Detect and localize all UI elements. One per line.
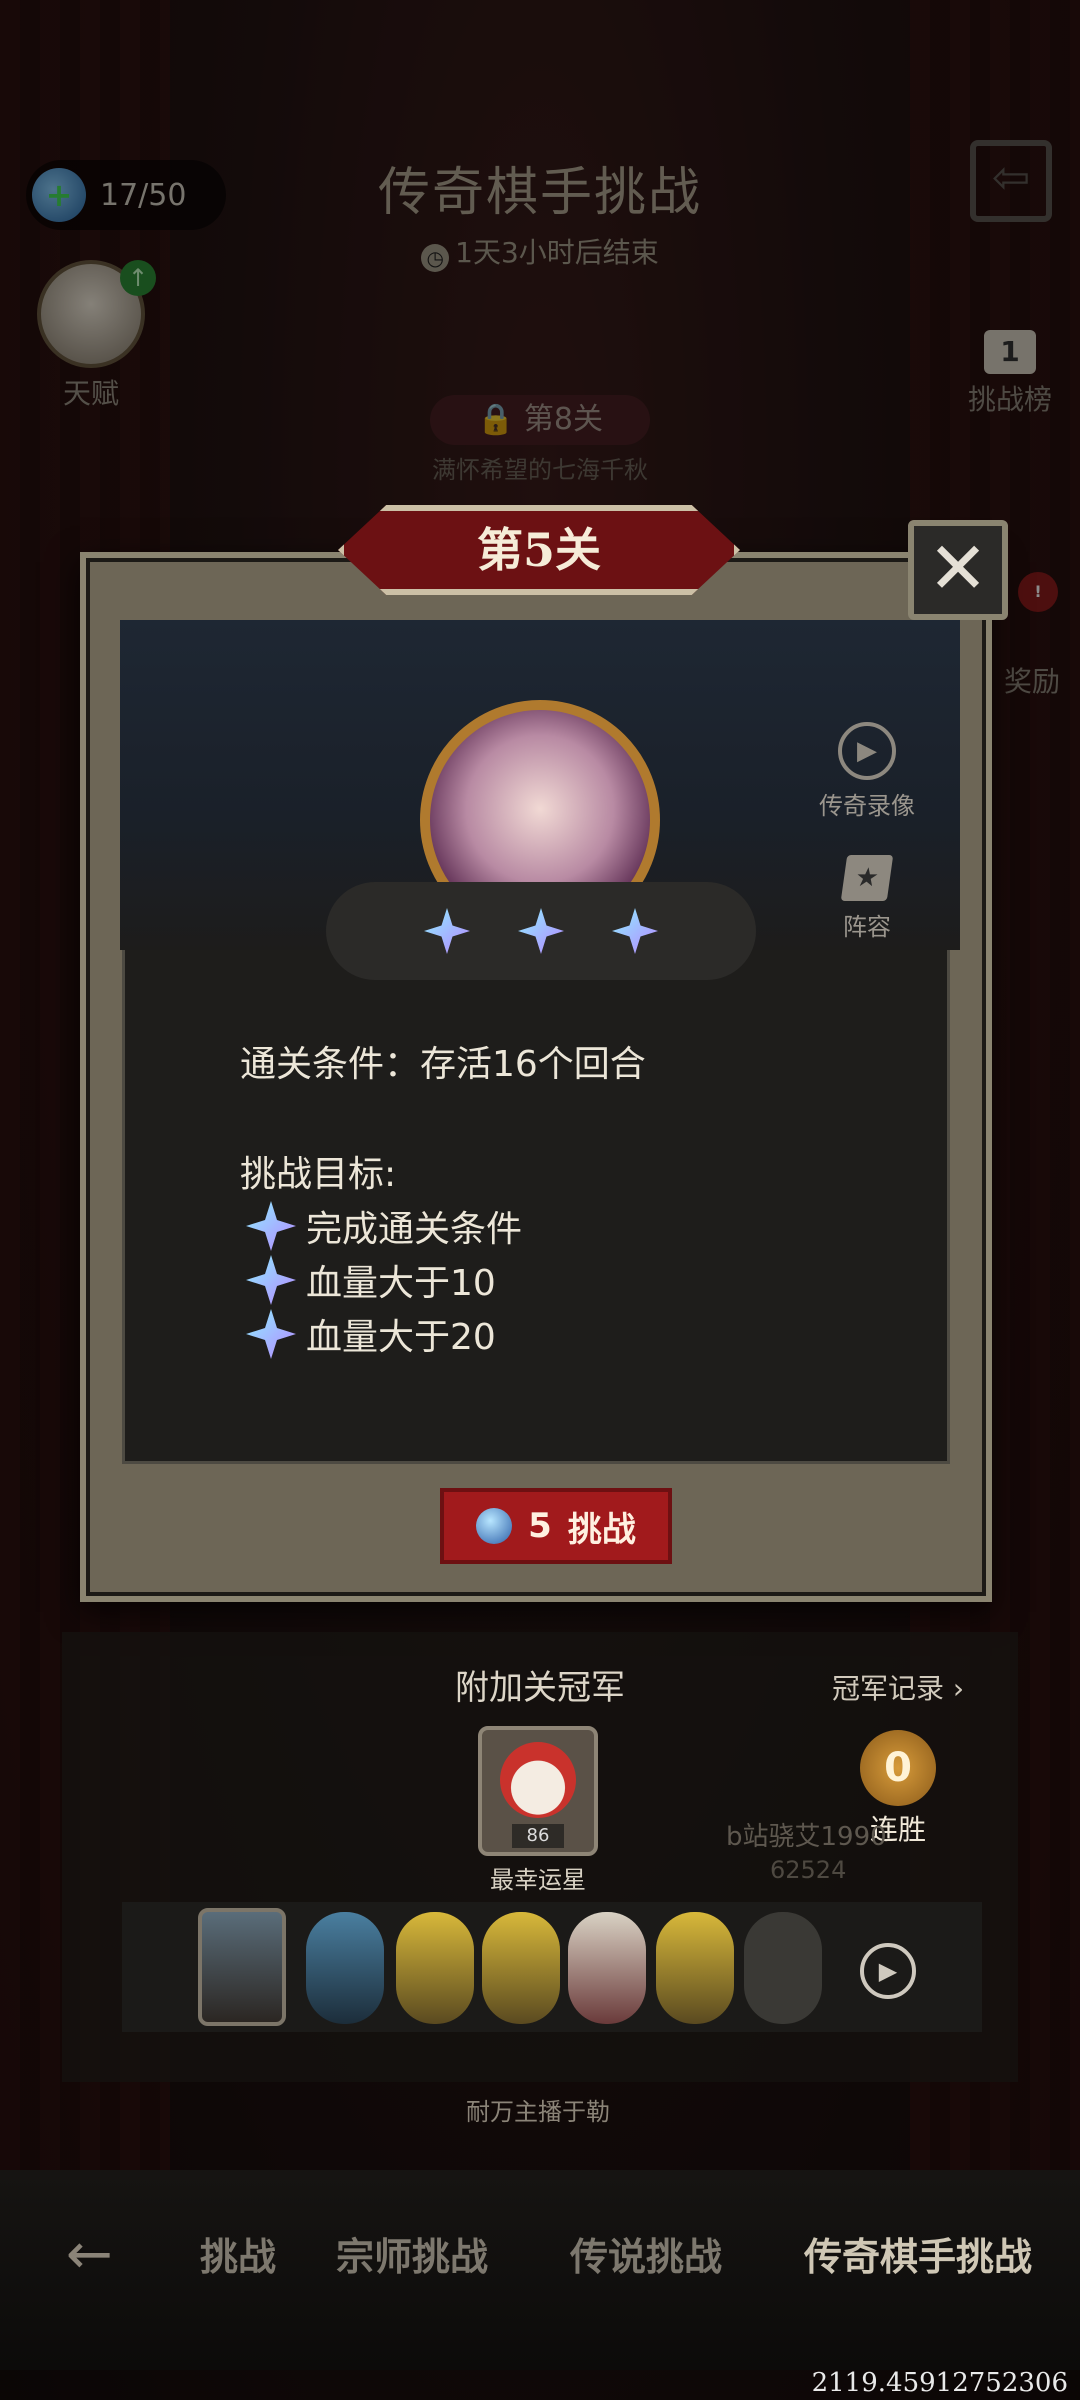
- stage-title: 第5关: [338, 505, 740, 595]
- champion-level: 86: [512, 1824, 564, 1848]
- star-gem-icon: [246, 1309, 296, 1359]
- star-gem-icon: [612, 908, 658, 954]
- goal-text: 完成通关条件: [306, 1209, 523, 1250]
- challenge-label: 挑战: [567, 1509, 636, 1550]
- card-icon: ★: [840, 855, 894, 901]
- goal-item: 血量大于10: [246, 1254, 496, 1306]
- champion-record-link[interactable]: 冠军记录 ›: [832, 1667, 964, 1707]
- goal-text: 血量大于20: [306, 1317, 496, 1358]
- challenge-button[interactable]: 5 挑战: [440, 1488, 672, 1564]
- champion-name: 最幸运星: [490, 1866, 586, 1894]
- play-replay-icon[interactable]: ▶: [860, 1943, 916, 1999]
- unit-portrait[interactable]: [568, 1912, 646, 2024]
- lineup-button[interactable]: ★ 阵容: [812, 855, 922, 942]
- streak-badge: 0: [860, 1730, 936, 1806]
- unit-portrait[interactable]: [482, 1912, 560, 2024]
- back-arrow-icon[interactable]: ←: [66, 2222, 113, 2287]
- tab-challenge[interactable]: 挑战: [200, 2226, 276, 2281]
- champion-title: 附加关冠军: [455, 1668, 625, 1708]
- legend-replay-button[interactable]: ▶ 传奇录像: [812, 722, 922, 821]
- replay-label: 传奇录像: [819, 792, 915, 820]
- goal-item: 血量大于20: [246, 1308, 496, 1360]
- star-gem-icon: [424, 908, 470, 954]
- star-gem-icon: [518, 908, 564, 954]
- play-circle-icon: ▶: [838, 722, 896, 780]
- energy-potion-icon: [476, 1508, 513, 1544]
- challenge-cost: 5: [528, 1506, 552, 1546]
- stage-stars: [326, 882, 756, 980]
- tab-master-challenge[interactable]: 宗师挑战: [336, 2226, 488, 2281]
- clear-condition: 通关条件：存活16个回合: [240, 1044, 646, 1085]
- unit-portrait[interactable]: [198, 1908, 286, 2026]
- unit-portrait[interactable]: [396, 1912, 474, 2024]
- lineup-label: 阵容: [843, 913, 891, 941]
- debug-coordinate: 2119.45912752306: [811, 2368, 1068, 2398]
- background-player-name: b站骁艾1990: [726, 1822, 887, 1852]
- background-anchor-name: 耐万主播于勒: [466, 2098, 610, 2126]
- close-button[interactable]: ✕: [908, 520, 1008, 620]
- goals-title: 挑战目标:: [240, 1154, 397, 1195]
- empty-unit-slot: [744, 1912, 822, 2024]
- unit-portrait[interactable]: [306, 1912, 384, 2024]
- champion-avatar[interactable]: 86: [478, 1726, 598, 1856]
- tab-legendary-player-challenge[interactable]: 传奇棋手挑战: [804, 2226, 1032, 2281]
- goal-item: 完成通关条件: [246, 1200, 522, 1252]
- tab-legend-challenge[interactable]: 传说挑战: [570, 2226, 722, 2281]
- champion-face: [500, 1742, 576, 1818]
- star-gem-icon: [246, 1201, 296, 1251]
- goal-text: 血量大于10: [306, 1263, 496, 1304]
- unit-portrait[interactable]: [656, 1912, 734, 2024]
- star-gem-icon: [246, 1255, 296, 1305]
- background-player-score: 62524: [770, 1856, 847, 1884]
